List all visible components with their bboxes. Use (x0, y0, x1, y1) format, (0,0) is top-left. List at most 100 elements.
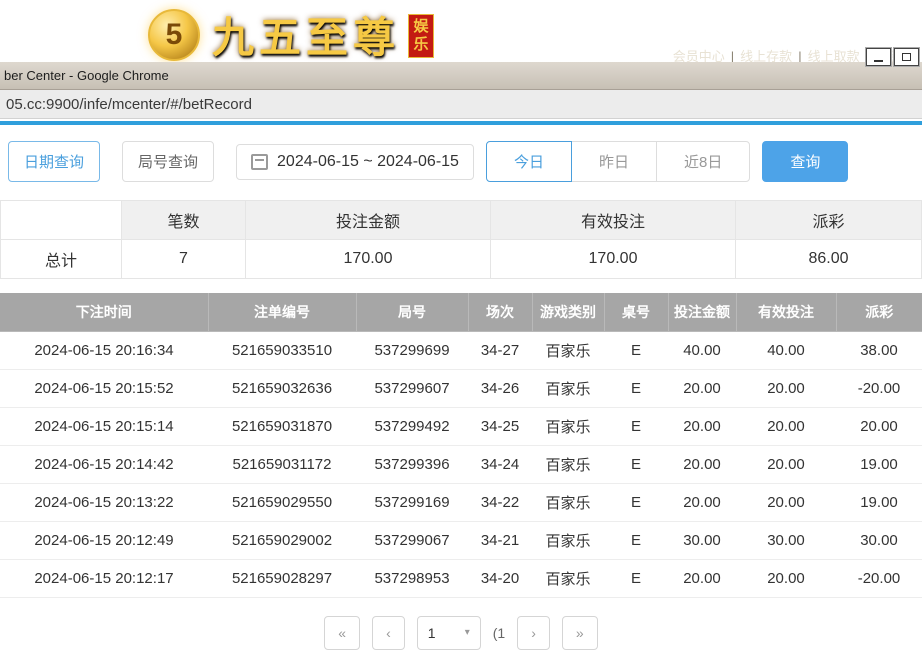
first-page-button[interactable]: « (324, 616, 360, 650)
cell-valid-bet: 20.00 (736, 407, 836, 445)
calendar-icon (251, 154, 268, 170)
logo-title: 九五至尊 (212, 4, 400, 62)
tab-date-query[interactable]: 日期查询 (8, 141, 100, 182)
bet-table-body: 2024-06-15 20:16:34521659033510537299699… (0, 331, 922, 597)
cell-payout: 19.00 (836, 483, 922, 521)
chevron-down-icon: ▾ (465, 627, 470, 638)
page-select[interactable]: 1 ▾ (417, 616, 481, 650)
prev-page-button[interactable]: ‹ (372, 616, 405, 650)
cell-game-type: 百家乐 (532, 331, 604, 369)
cell-game-type: 百家乐 (532, 369, 604, 407)
cell-bet-amount[interactable]: 30.00 (668, 521, 736, 559)
coin-logo-icon: 5 (148, 9, 200, 61)
maximize-icon (902, 53, 911, 61)
banner-nav-link[interactable]: 线上存款 (740, 49, 792, 62)
cell-session: 34-22 (468, 483, 532, 521)
cell-table-id: E (604, 559, 668, 597)
maximize-button[interactable] (894, 48, 919, 66)
filter-toolbar: 日期查询 局号查询 2024-06-15 ~ 2024-06-15 今日昨日近8… (0, 125, 922, 182)
bet-table-header-cell: 注单编号 (208, 293, 356, 331)
summary-cell: 170.00 (246, 240, 491, 279)
cell-order-id: 521659032636 (208, 369, 356, 407)
cell-payout: 30.00 (836, 521, 922, 559)
summary-cell: 86.00 (736, 240, 922, 279)
table-row: 2024-06-15 20:13:22521659029550537299169… (0, 483, 922, 521)
cell-payout: 38.00 (836, 331, 922, 369)
address-bar[interactable]: 05.cc:9900/infe/mcenter/#/betRecord (0, 90, 922, 119)
cell-game-type: 百家乐 (532, 483, 604, 521)
minimize-button[interactable] (866, 48, 891, 66)
summary-header-cell: 派彩 (736, 201, 922, 240)
quick-range-tab[interactable]: 近8日 (656, 141, 750, 182)
summary-header-cell (1, 201, 122, 240)
cell-valid-bet: 20.00 (736, 445, 836, 483)
cell-bet-amount[interactable]: 40.00 (668, 331, 736, 369)
cell-bet-time: 2024-06-15 20:16:34 (0, 331, 208, 369)
tab-round-query[interactable]: 局号查询 (122, 141, 214, 182)
summary-cell: 7 (122, 240, 246, 279)
table-row: 2024-06-15 20:16:34521659033510537299699… (0, 331, 922, 369)
cell-round-id: 537299699 (356, 331, 468, 369)
cell-game-type: 百家乐 (532, 445, 604, 483)
table-row: 2024-06-15 20:14:42521659031172537299396… (0, 445, 922, 483)
cell-valid-bet: 20.00 (736, 483, 836, 521)
summary-header-cell: 笔数 (122, 201, 246, 240)
banner-nav-link[interactable]: 线上取款 (808, 49, 860, 62)
quick-range-tab[interactable]: 昨日 (571, 141, 657, 182)
cell-bet-time: 2024-06-15 20:14:42 (0, 445, 208, 483)
url-text: 05.cc:9900/infe/mcenter/#/betRecord (6, 96, 252, 113)
last-page-button[interactable]: » (562, 616, 598, 650)
cell-round-id: 537298953 (356, 559, 468, 597)
cell-bet-amount[interactable]: 20.00 (668, 407, 736, 445)
cell-table-id: E (604, 483, 668, 521)
cell-table-id: E (604, 521, 668, 559)
minimize-icon (874, 60, 883, 62)
cell-round-id: 537299607 (356, 369, 468, 407)
search-button[interactable]: 查询 (762, 141, 848, 182)
cell-order-id: 521659029550 (208, 483, 356, 521)
cell-table-id: E (604, 445, 668, 483)
next-page-button[interactable]: › (517, 616, 550, 650)
bet-table-header-row: 下注时间注单编号局号场次游戏类别桌号投注金额有效投注派彩 (0, 293, 922, 331)
cell-order-id: 521659031172 (208, 445, 356, 483)
cell-round-id: 537299169 (356, 483, 468, 521)
pagination: « ‹ 1 ▾ (1 › » (0, 616, 922, 650)
date-range-picker[interactable]: 2024-06-15 ~ 2024-06-15 (236, 144, 474, 180)
summary-cell: 170.00 (491, 240, 736, 279)
cell-bet-amount[interactable]: 20.00 (668, 559, 736, 597)
cell-bet-time: 2024-06-15 20:15:52 (0, 369, 208, 407)
window-titlebar: ber Center - Google Chrome (0, 62, 922, 90)
page-info: (1 (493, 616, 505, 641)
summary-total-row: 总计7170.00170.0086.00 (1, 240, 922, 279)
quick-range-group: 今日昨日近8日 (486, 141, 750, 182)
cell-bet-amount[interactable]: 20.00 (668, 483, 736, 521)
cell-valid-bet: 40.00 (736, 331, 836, 369)
summary-table: 笔数投注金额有效投注派彩 总计7170.00170.0086.00 (0, 200, 922, 279)
cell-bet-amount[interactable]: 20.00 (668, 445, 736, 483)
cell-session: 34-20 (468, 559, 532, 597)
summary-cell: 总计 (1, 240, 122, 279)
cell-session: 34-21 (468, 521, 532, 559)
summary-header-row: 笔数投注金额有效投注派彩 (1, 201, 922, 240)
bet-table-header-cell: 下注时间 (0, 293, 208, 331)
cell-round-id: 537299396 (356, 445, 468, 483)
bet-table-header-cell: 投注金额 (668, 293, 736, 331)
bet-table-header-cell: 派彩 (836, 293, 922, 331)
banner-nav-link[interactable]: 会员中心 (673, 49, 725, 62)
cell-order-id: 521659029002 (208, 521, 356, 559)
quick-range-tab[interactable]: 今日 (486, 141, 572, 182)
cell-session: 34-26 (468, 369, 532, 407)
cell-bet-amount[interactable]: 20.00 (668, 369, 736, 407)
cell-payout: -20.00 (836, 369, 922, 407)
bet-table-header-cell: 局号 (356, 293, 468, 331)
cell-game-type: 百家乐 (532, 559, 604, 597)
table-row: 2024-06-15 20:12:17521659028297537298953… (0, 559, 922, 597)
cell-bet-time: 2024-06-15 20:12:49 (0, 521, 208, 559)
cell-bet-time: 2024-06-15 20:12:17 (0, 559, 208, 597)
logo-badge: 娱乐 (408, 14, 434, 58)
cell-order-id: 521659031870 (208, 407, 356, 445)
cell-payout: 20.00 (836, 407, 922, 445)
cell-order-id: 521659033510 (208, 331, 356, 369)
cell-game-type: 百家乐 (532, 407, 604, 445)
cell-game-type: 百家乐 (532, 521, 604, 559)
